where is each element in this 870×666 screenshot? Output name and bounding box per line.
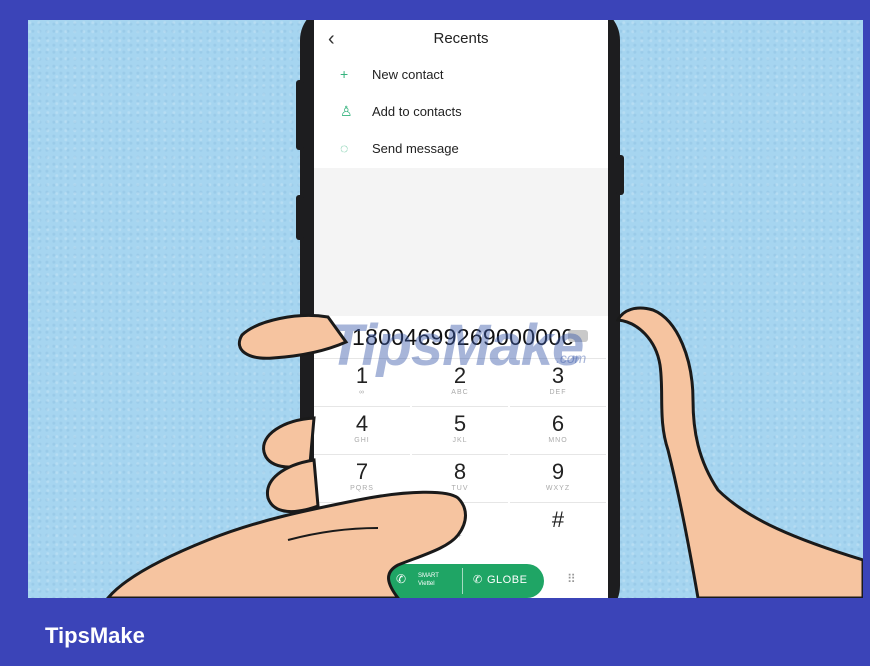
left-finger: [266, 458, 320, 513]
hands-illustration: [106, 306, 863, 598]
right-hand: [615, 306, 863, 598]
illustration-scene: ‹ Recents + New contact ♙ Add to contact…: [28, 20, 863, 598]
left-finger: [262, 416, 316, 469]
left-thumb: [238, 314, 349, 360]
footer-brand: TipsMake: [45, 623, 145, 648]
